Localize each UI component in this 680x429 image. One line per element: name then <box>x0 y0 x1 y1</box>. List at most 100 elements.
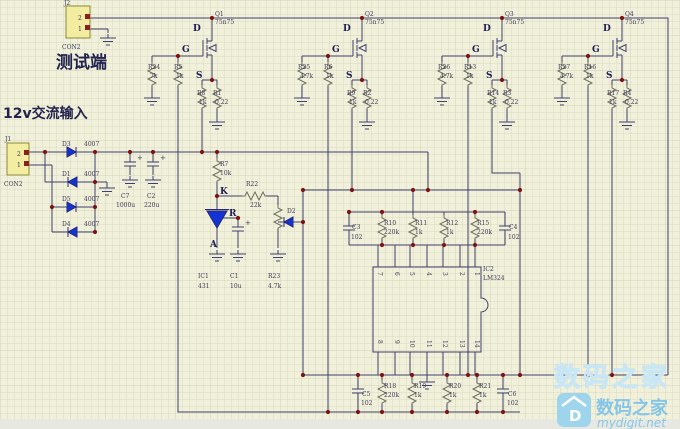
q2-gate-label: G <box>332 45 340 55</box>
r-ref: R6 <box>324 64 333 71</box>
r-ref: R21 <box>479 383 491 390</box>
c6-value: 102 <box>507 400 519 407</box>
r-value: 1k <box>446 229 454 236</box>
q3-ref: Q3 <box>505 11 514 18</box>
watermark-outline-text: 数码之家 <box>554 362 670 393</box>
r-value: 1k <box>609 99 617 106</box>
r-value: 1k <box>176 73 184 80</box>
c2-value: 220u <box>144 202 159 209</box>
j1-pin2-label: 2 <box>17 151 21 158</box>
schematic-canvas: J2 2 1 CON2 测试端 12v交流输入 J1 2 1 CON2 D3 4… <box>0 0 680 429</box>
r-ref: R4 <box>623 90 632 97</box>
d1-ref: D1 <box>62 171 71 178</box>
schematic-page: J2 2 1 CON2 测试端 12v交流输入 J1 2 1 CON2 D3 4… <box>0 0 680 429</box>
pin-number: 3 <box>441 272 448 276</box>
r-ref: R10 <box>384 220 396 227</box>
pin-number: 7 <box>376 272 383 276</box>
r-pin-label: R <box>229 209 237 219</box>
j1-type-label: CON2 <box>4 181 23 188</box>
r-value: 0.22 <box>215 99 229 106</box>
r-ref: R12 <box>446 220 458 227</box>
r-value: 1k <box>466 73 474 80</box>
r-value: 1k <box>415 229 423 236</box>
r-ref: R24 <box>148 64 160 71</box>
r-ref: R19 <box>414 383 426 390</box>
pin-number: 13 <box>458 340 465 348</box>
r22-value: 22k <box>250 202 262 209</box>
a-pin-label: A <box>209 240 218 250</box>
r-ref: R14 <box>487 90 499 97</box>
r-value: 0.22 <box>365 99 379 106</box>
c5-ref: C5 <box>362 391 371 398</box>
r-value: 0.22 <box>505 99 519 106</box>
plus-sign: + <box>160 154 166 162</box>
r-value: 1k <box>479 392 487 399</box>
q2-part: 75n75 <box>365 19 384 26</box>
pin-number: 12 <box>441 340 448 348</box>
plus-sign: + <box>245 219 251 227</box>
r-value: 220k <box>384 229 399 236</box>
r-value: 1k <box>349 99 357 106</box>
plus-sign: + <box>137 154 143 162</box>
q1-source-label: S <box>196 71 203 81</box>
q3-source-label: S <box>486 71 493 81</box>
q1-drain-label: D <box>193 24 201 34</box>
j2-type-label: CON2 <box>62 44 81 51</box>
r-value: 4.7k <box>300 73 314 80</box>
j2-pin2-label: 2 <box>78 15 82 22</box>
k-label: K <box>220 187 229 197</box>
d3-ref: D3 <box>62 141 71 148</box>
r-ref: R16 <box>584 64 596 71</box>
c7-value: 1000u <box>116 202 135 209</box>
r-value: 1k <box>199 99 207 106</box>
q3-part: 75n75 <box>505 19 524 26</box>
ic1-value: 431 <box>198 283 209 290</box>
c1-ref: C1 <box>230 273 238 280</box>
q3-gate-label: G <box>472 45 480 55</box>
r-value: 4.7k <box>560 73 574 80</box>
r-ref: R15 <box>477 220 489 227</box>
r-value: 1k <box>326 73 334 80</box>
r-value: 220k <box>384 392 399 399</box>
r7-ref: R7 <box>220 161 229 168</box>
pin-number: 4 <box>425 272 432 276</box>
q4-ref: Q4 <box>625 11 634 18</box>
test-terminal-label: 测试端 <box>56 52 107 73</box>
r23-ref: R23 <box>268 273 280 280</box>
r-value: 0.22 <box>625 99 639 106</box>
c7-ref: C7 <box>121 193 130 200</box>
c3-ref: C3 <box>352 224 361 231</box>
c4-value: 102 <box>508 234 520 241</box>
r-ref: R13 <box>464 64 476 71</box>
q4-source-label: S <box>606 71 613 81</box>
d2-ref: D2 <box>287 208 296 215</box>
pin-number: 14 <box>473 340 480 348</box>
r7-value: 10k <box>220 170 232 177</box>
q1-part: 75n75 <box>215 19 234 26</box>
r-value: 220k <box>477 229 492 236</box>
d5-value: 4007 <box>84 196 99 203</box>
r-ref: R27 <box>558 64 570 71</box>
q2-drain-label: D <box>343 24 351 34</box>
r-ref: R17 <box>607 90 619 97</box>
r-value: 1k <box>586 73 594 80</box>
j2-ref-label: J2 <box>63 0 70 7</box>
r-ref: R5 <box>174 64 183 71</box>
pin-number: 2 <box>458 272 465 276</box>
r-ref: R2 <box>363 90 372 97</box>
ac-input-label: 12v交流输入 <box>3 105 88 122</box>
c1-value: 10u <box>230 283 242 290</box>
pin-number: 6 <box>393 272 400 276</box>
pin-number: 9 <box>393 340 400 344</box>
q2-source-label: S <box>346 71 353 81</box>
ic2-ref: IC2 <box>483 266 494 273</box>
j2-pin1-label: 1 <box>78 26 82 33</box>
ic1-ref: IC1 <box>198 273 209 280</box>
r-ref: R20 <box>449 383 461 390</box>
d1-value: 4007 <box>84 171 99 178</box>
c4-ref: C4 <box>509 224 518 231</box>
pin-number: 10 <box>408 340 415 348</box>
r23-value: 4.7k <box>268 283 282 290</box>
r-ref: R25 <box>298 64 310 71</box>
r-value: 1k <box>489 99 497 106</box>
